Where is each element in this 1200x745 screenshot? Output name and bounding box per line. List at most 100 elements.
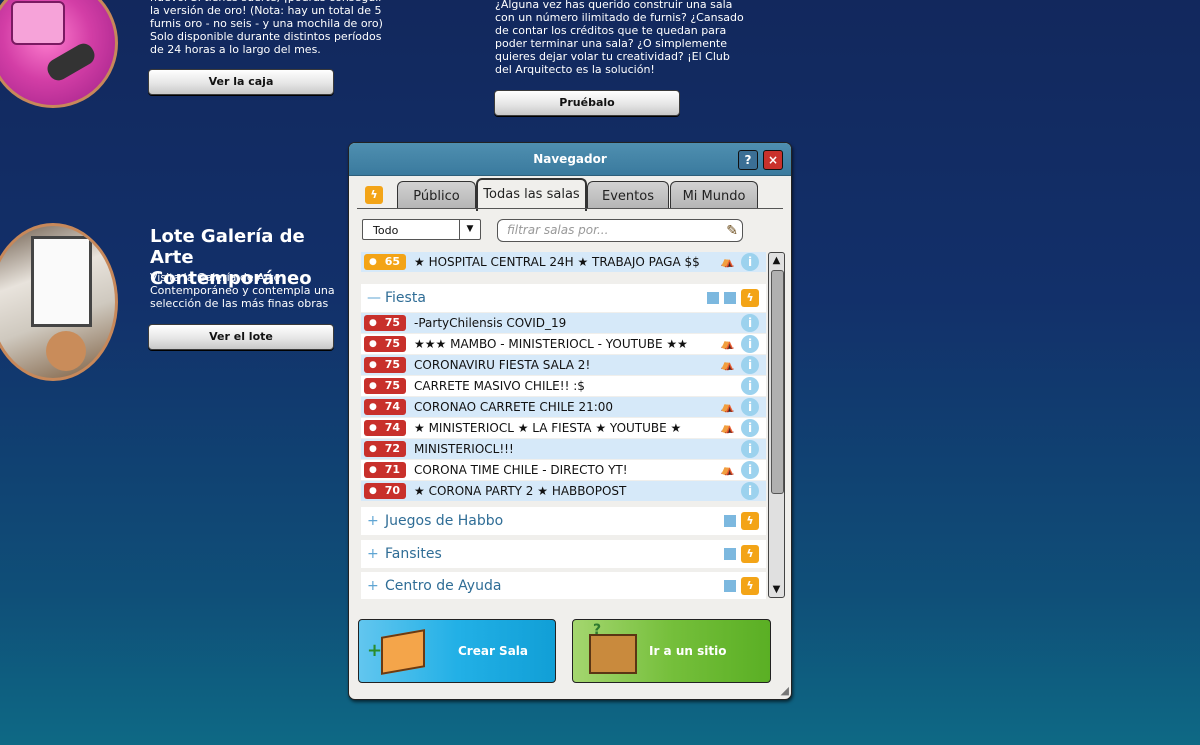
expand-icon: + <box>367 513 379 529</box>
room-row[interactable]: ● 75 CARRETE MASIVO CHILE!! :$ i <box>361 376 766 396</box>
create-room-label: Crear Sala <box>458 644 529 658</box>
gallery-text: Visita la Galería de Arte Contemporáneo … <box>150 271 335 311</box>
go-new-label: Ir a un sitio nuevo <box>649 644 727 658</box>
user-count-badge: ● 75 <box>364 336 406 352</box>
category-label: Fansites <box>385 546 442 562</box>
bolt-icon[interactable]: ϟ <box>741 512 759 530</box>
user-count-badge: ● 75 <box>364 315 406 331</box>
bolt-icon[interactable]: ϟ <box>741 289 759 307</box>
room-name: CORONA TIME CHILE - DIRECTO YT! <box>414 463 628 477</box>
navigator-title: Navegador <box>533 152 607 166</box>
try-it-button[interactable]: Pruébalo <box>494 90 680 116</box>
info-icon[interactable]: i <box>741 377 759 395</box>
category-fansites[interactable]: + Fansites ϟ <box>361 540 766 568</box>
category-ayuda[interactable]: + Centro de Ayuda ϟ <box>361 572 766 599</box>
room-name: ★★★ MAMBO - MINISTERIOCL - YOUTUBE ★★ <box>414 337 688 351</box>
question-icon: ? <box>593 622 602 638</box>
room-row[interactable]: ● 70 ★ CORONA PARTY 2 ★ HABBOPOST i <box>361 481 766 501</box>
collapse-icon: — <box>367 290 381 306</box>
select-value: Todo <box>373 224 399 237</box>
expand-icon: + <box>367 546 379 562</box>
art-gallery-image <box>0 223 118 381</box>
list-view-icon[interactable] <box>724 515 736 527</box>
group-icon: ⛺ <box>720 463 735 476</box>
promo-box-text: nuevo. Si tienes suerte, ¡podrás consegu… <box>150 0 383 56</box>
room-name: CARRETE MASIVO CHILE!! :$ <box>414 379 585 393</box>
tab-my-world[interactable]: Mi Mundo <box>670 181 758 209</box>
user-count-badge: ● 70 <box>364 483 406 499</box>
tab-public[interactable]: Público <box>397 181 476 209</box>
close-button[interactable]: × <box>763 150 783 170</box>
room-row[interactable]: ● 74 CORONAO CARRETE CHILE 21:00 ⛺ i <box>361 397 766 417</box>
room-row[interactable]: ● 75 -PartyChilensis COVID_19 i <box>361 313 766 333</box>
promo-architect-text: ¿Alguna vez has querido construir una sa… <box>495 0 744 76</box>
user-count-badge: ● 75 <box>364 378 406 394</box>
mystery-box-image <box>0 0 118 108</box>
category-juegos[interactable]: + Juegos de Habbo ϟ <box>361 507 766 535</box>
user-count-badge: ● 71 <box>364 462 406 478</box>
scrollbar-thumb[interactable] <box>771 270 784 494</box>
group-icon: ⛺ <box>720 421 735 434</box>
room-row[interactable]: ● 75 CORONAVIRU FIESTA SALA 2! ⛺ i <box>361 355 766 375</box>
room-name: MINISTERIOCL!!! <box>414 442 514 456</box>
scroll-up-icon[interactable]: ▲ <box>769 253 784 268</box>
create-room-button[interactable]: + Crear Sala <box>358 619 556 683</box>
view-box-button[interactable]: Ver la caja <box>148 69 334 95</box>
room-name: CORONAVIRU FIESTA SALA 2! <box>414 358 591 372</box>
room-type-select[interactable]: Todo ▼ <box>362 219 481 240</box>
resize-handle[interactable]: ◢ <box>781 684 789 697</box>
group-icon: ⛺ <box>720 400 735 413</box>
list-view-icon[interactable] <box>724 548 736 560</box>
room-filter-input[interactable]: filtrar salas por... ✎ <box>497 219 743 242</box>
user-count-badge: ● 72 <box>364 441 406 457</box>
info-icon[interactable]: i <box>741 253 759 271</box>
navigator-titlebar[interactable]: Navegador ? × <box>349 143 791 176</box>
group-icon: ⛺ <box>720 337 735 350</box>
grid-view-icon[interactable] <box>707 292 719 304</box>
navigator-window: Navegador ? × ϟ Público Todas las salas … <box>348 142 792 700</box>
filter-placeholder: filtrar salas por... <box>507 223 609 237</box>
scroll-down-icon[interactable]: ▼ <box>769 582 784 597</box>
room-cube-icon <box>381 629 425 675</box>
info-icon[interactable]: i <box>741 461 759 479</box>
category-label: Fiesta <box>385 290 426 306</box>
user-count-badge: ● 75 <box>364 357 406 373</box>
user-count-badge: ● 74 <box>364 399 406 415</box>
room-list-scrollbar[interactable]: ▲ ▼ <box>768 252 785 598</box>
teleport-icon <box>589 634 637 674</box>
expand-icon: + <box>367 578 379 594</box>
bolt-icon[interactable]: ϟ <box>741 577 759 595</box>
plus-icon: + <box>367 640 383 661</box>
info-icon[interactable]: i <box>741 419 759 437</box>
tab-divider <box>357 208 783 209</box>
tab-events[interactable]: Eventos <box>587 181 669 209</box>
room-name: ★ HOSPITAL CENTRAL 24H ★ TRABAJO PAGA $$ <box>414 255 700 269</box>
tab-all-rooms[interactable]: Todas las salas <box>476 178 587 211</box>
room-row[interactable]: ● 71 CORONA TIME CHILE - DIRECTO YT! ⛺ i <box>361 460 766 480</box>
room-row[interactable]: ● 65 ★ HOSPITAL CENTRAL 24H ★ TRABAJO PAG… <box>361 252 766 272</box>
info-icon[interactable]: i <box>741 335 759 353</box>
pencil-icon: ✎ <box>726 223 738 239</box>
user-count-badge: ● 74 <box>364 420 406 436</box>
bolt-icon[interactable]: ϟ <box>741 545 759 563</box>
list-view-icon[interactable] <box>724 580 736 592</box>
room-row[interactable]: ● 72 MINISTERIOCL!!! i <box>361 439 766 459</box>
list-view-icon[interactable] <box>724 292 736 304</box>
room-row[interactable]: ● 74 ★ MINISTERIOCL ★ LA FIESTA ★ YOUTUBE … <box>361 418 766 438</box>
help-button[interactable]: ? <box>738 150 758 170</box>
info-icon[interactable]: i <box>741 398 759 416</box>
info-icon[interactable]: i <box>741 440 759 458</box>
quick-events-icon[interactable]: ϟ <box>365 183 383 204</box>
info-icon[interactable]: i <box>741 356 759 374</box>
room-name: ★ CORONA PARTY 2 ★ HABBOPOST <box>414 484 627 498</box>
info-icon[interactable]: i <box>741 482 759 500</box>
room-name: CORONAO CARRETE CHILE 21:00 <box>414 400 614 414</box>
chevron-down-icon: ▼ <box>459 220 480 239</box>
category-fiesta[interactable]: — Fiesta ϟ <box>361 284 766 312</box>
navigator-tabs: ϟ Público Todas las salas Eventos Mi Mun… <box>349 177 791 211</box>
view-lot-button[interactable]: Ver el lote <box>148 324 334 350</box>
info-icon[interactable]: i <box>741 314 759 332</box>
room-row[interactable]: ● 75 ★★★ MAMBO - MINISTERIOCL - YOUTUBE ★★… <box>361 334 766 354</box>
go-new-place-button[interactable]: ? Ir a un sitio nuevo <box>572 619 771 683</box>
user-count-badge: ● 65 <box>364 254 406 270</box>
